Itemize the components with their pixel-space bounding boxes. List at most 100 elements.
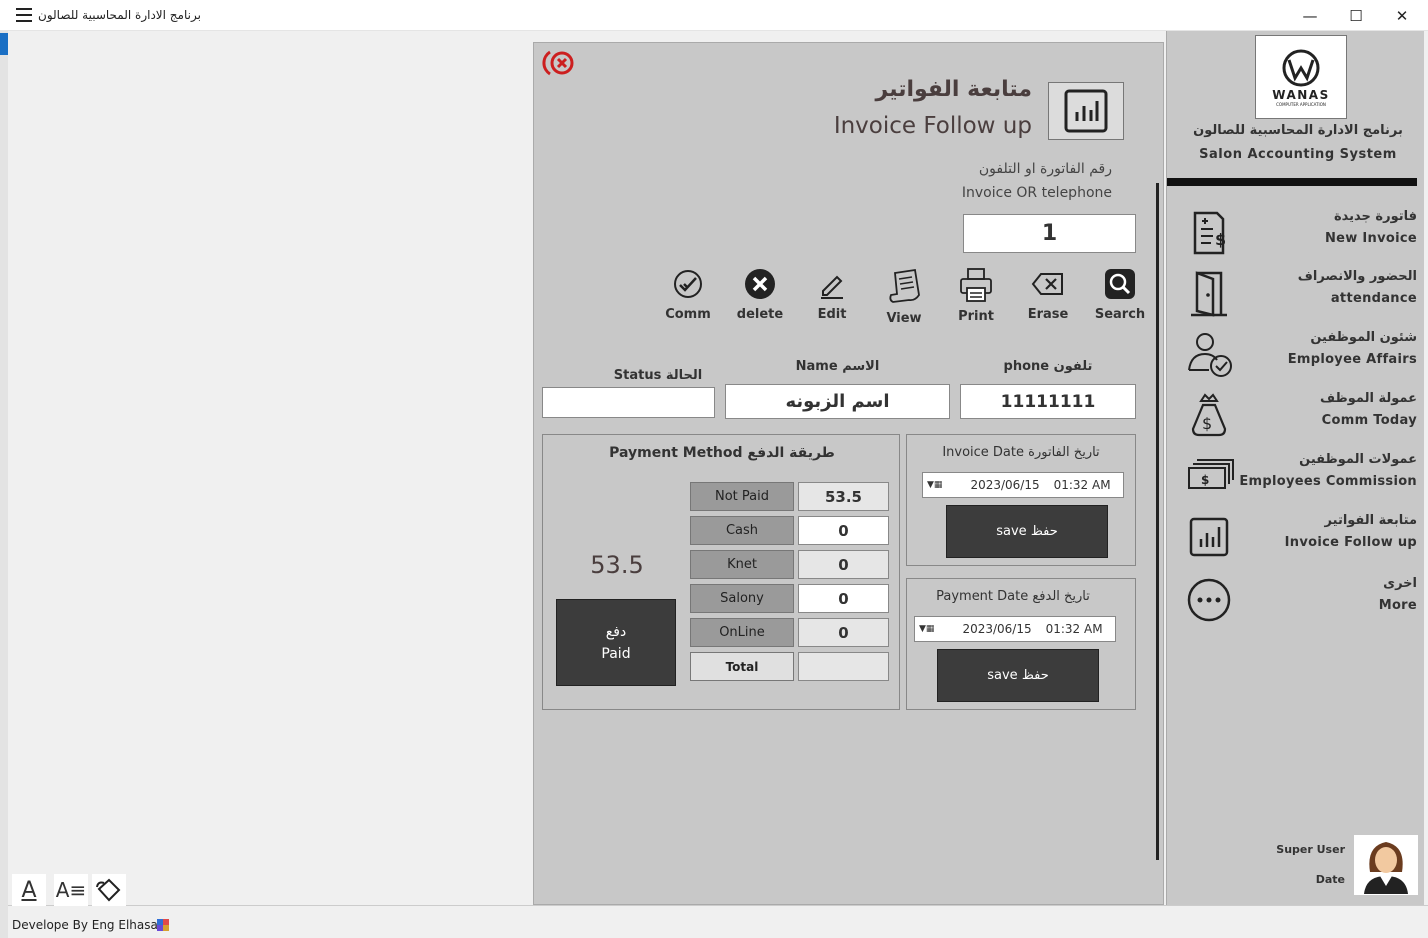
sidebar-item-label-en: New Invoice [1324,231,1417,246]
app-name-en: Salon Accounting System [1199,147,1397,162]
paint-bucket-icon[interactable] [92,874,126,906]
erase-label: Erase [1027,307,1069,322]
print-button[interactable]: Print [948,267,1004,329]
sidebar-item-employee-affairs[interactable]: شئون الموظفين Employee Affairs [1177,330,1417,388]
sidebar-item-label-ar: عمولة الموظف [1320,391,1417,406]
font-size-icon[interactable]: A≡ [54,874,88,906]
svg-text:$: $ [1215,230,1226,249]
payment-time-value: 01:32 AM [1045,622,1103,636]
sidebar-item-label-en: Employees Commission [1239,474,1417,489]
delete-icon [745,269,775,299]
close-panel-icon[interactable] [541,48,579,78]
print-label: Print [958,309,994,324]
sidebar-item-label-en: Employee Affairs [1287,352,1417,367]
svg-text:$: $ [1202,414,1212,433]
comm-button[interactable]: Comm [660,267,716,329]
payment-type-label: OnLine [690,618,794,647]
invoice-date-picker[interactable]: ▼▦ 2023/06/15 01:32 AM [922,472,1124,498]
erase-button[interactable]: Erase [1020,267,1076,329]
backspace-icon [1031,273,1063,295]
sidebar-item-label-en: attendance [1330,291,1417,306]
status-field[interactable] [542,387,715,418]
wanas-logo: WANAS COMPUTER APPLICATION [1255,35,1347,119]
view-button[interactable]: View [876,267,932,329]
payment-amount-field[interactable]: 0 [798,618,889,647]
payment-date-value: 2023/06/15 [962,622,1032,636]
chart-icon [1048,82,1124,140]
search-label-ar: رقم الفاتورة او التلفون [978,161,1112,177]
minimize-button[interactable]: — [1287,0,1333,31]
payment-type-label: Salony [690,584,794,613]
sidebar-item-label-en: More [1378,598,1417,613]
payment-amount-field[interactable]: 53.5 [798,482,889,511]
payment-type-label: Total [690,652,794,681]
search-button[interactable]: Search [1092,267,1148,329]
sidebar-item-label-ar: اخرى [1383,576,1417,591]
sidebar-item-invoice-follow-up[interactable]: متابعة الفواتير Invoice Follow up [1177,513,1417,571]
sidebar-item-comm-today[interactable]: $ عمولة الموظف Comm Today [1177,391,1417,449]
invoice-date-value: 2023/06/15 [970,478,1040,492]
sidebar-item-new-invoice[interactable]: $ فاتورة جديدة New Invoice [1177,209,1417,267]
payment-date-picker[interactable]: ▼▦ 2023/06/15 01:32 AM [914,616,1116,642]
paid-button[interactable]: دفع Paid [556,599,676,686]
payment-method-group: Payment Method طريقة الدفع 53.5 دفع Paid… [542,434,900,710]
toolbar: Comm delete Edit View Print Erase Search [660,267,1148,329]
payment-amount-field[interactable] [798,652,889,681]
edit-button[interactable]: Edit [804,267,860,329]
paid-label-en: Paid [601,645,631,662]
cash-stack-icon: $ [1185,452,1234,500]
pencil-icon [821,275,843,299]
name-label: Name الاسم [795,359,880,374]
page-title-ar: متابعة الفواتير [875,77,1032,102]
payment-type-label: Not Paid [690,482,794,511]
search-icon [1105,269,1135,299]
payment-date-title: Payment Date تاريخ الدفع [936,589,1090,604]
name-field[interactable]: اسم الزبونه [725,384,950,419]
maximize-button[interactable]: ☐ [1333,0,1379,31]
sidebar-item-label-en: Invoice Follow up [1284,535,1417,550]
sidebar-item-label-en: Comm Today [1321,413,1417,428]
payment-type-label: Knet [690,550,794,579]
comm-label: Comm [665,307,711,322]
invoice-search-input[interactable]: 1 [963,214,1136,253]
view-label: View [886,311,922,326]
avatar [1354,835,1418,895]
sidebar-item-attendance[interactable]: الحضور والانصراف attendance [1177,269,1417,327]
payment-amount-field[interactable]: 0 [798,516,889,545]
search-label: Search [1094,307,1146,322]
logo-text: WANAS [1272,87,1330,102]
payment-amount-field[interactable]: 0 [798,550,889,579]
phone-label: phone تلفون [1003,359,1093,374]
date-label: Date [1315,873,1345,886]
payment-method-title: Payment Method طريقة الدفع [609,445,835,461]
check-circle-icon [674,270,702,298]
money-bag-icon: $ [1185,391,1233,439]
sidebar-item-employees-commission[interactable]: $ عمولات الموظفين Employees Commission [1177,452,1417,510]
sidebar-item-label-ar: شئون الموظفين [1310,330,1417,345]
receipt-icon [889,268,920,303]
super-user-label: Super User [1276,843,1345,856]
sidebar-item-label-ar: فاتورة جديدة [1333,209,1417,224]
invoice-follow-panel: متابعة الفواتير Invoice Follow up رقم ال… [533,42,1164,905]
payment-amount-field[interactable]: 0 [798,584,889,613]
payment-date-save-button[interactable]: save حفظ [937,649,1099,702]
invoice-time-value: 01:32 AM [1053,478,1111,492]
payment-amount: 53.5 [590,551,644,579]
invoice-date-title: Invoice Date تاريخ الفاتورة [942,445,1100,460]
paid-label-ar: دفع [605,623,627,640]
phone-field[interactable]: 11111111 [960,384,1136,419]
hamburger-menu-icon[interactable] [16,8,32,22]
page-title-en: Invoice Follow up [833,113,1032,139]
close-button[interactable]: ✕ [1379,0,1425,31]
app-name-ar: برنامج الادارة المحاسبية للصالون [1193,123,1403,138]
delete-label: delete [736,307,784,322]
footer-bar: Develope By Eng Elhasan [8,905,1428,938]
delete-button[interactable]: delete [732,267,788,329]
invoice-date-save-button[interactable]: save حفظ [946,505,1108,558]
wanas-logo-icon [1282,49,1320,86]
employee-icon [1185,330,1233,378]
door-icon [1185,269,1233,317]
sidebar-item-more[interactable]: اخرى More [1177,576,1417,634]
font-color-icon[interactable]: A [12,874,46,906]
sidebar-item-label-ar: الحضور والانصراف [1297,269,1417,284]
